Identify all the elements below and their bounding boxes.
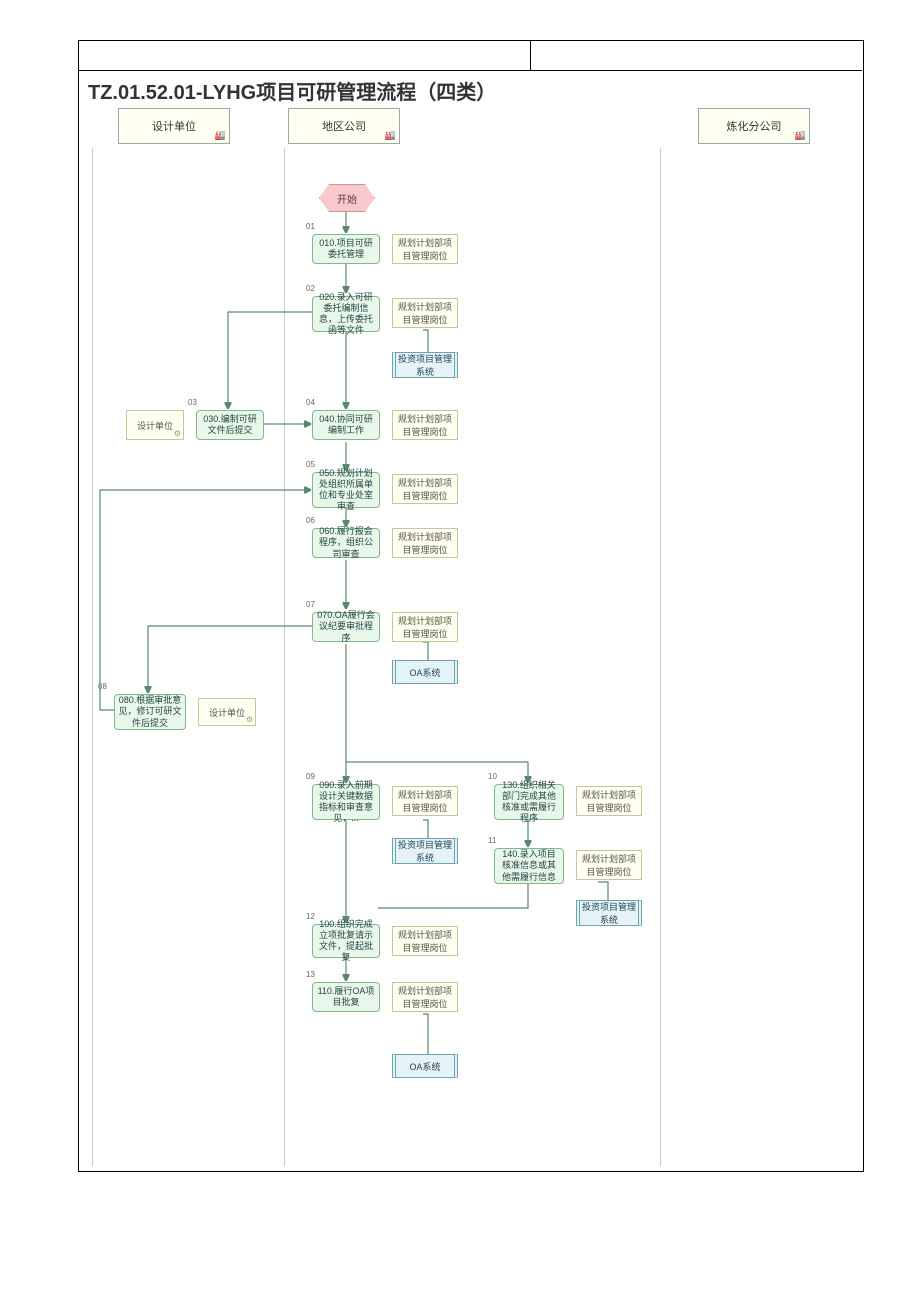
lane-icon: 🏭 xyxy=(795,130,806,141)
connectors xyxy=(88,152,852,1162)
system-oa: OA系统 xyxy=(392,660,458,684)
lane-header-label: 设计单位 xyxy=(152,118,196,134)
role-label: 设计单位 xyxy=(137,419,173,432)
start-node: 开始 xyxy=(319,184,375,212)
system-label: OA系统 xyxy=(409,666,440,679)
step-label: 070.OA履行会议纪要审批程序 xyxy=(316,610,376,644)
step-140: 140.录入项目核准信息或其他需履行信息 xyxy=(494,848,564,884)
role-label: 规划计划部项目管理岗位 xyxy=(579,788,639,814)
step-label: 090.录入前期设计关键数据指标和审查意见，... xyxy=(316,780,376,825)
lane-icon: 🏭 xyxy=(385,130,396,141)
lane-headers: 设计单位 🏭 地区公司 🏭 炼化分公司 🏭 xyxy=(88,108,852,148)
step-010: 010.项目可研委托管理 xyxy=(312,234,380,264)
role-label: 规划计划部项目管理岗位 xyxy=(579,852,639,878)
role-icon: ⚙ xyxy=(174,429,181,438)
system-invest: 投资项目管理系统 xyxy=(392,838,458,864)
role-box: 规划计划部项目管理岗位 xyxy=(392,234,458,264)
step-060: 060.履行报会程序，组织公司审查 xyxy=(312,528,380,558)
role-design: 设计单位⚙ xyxy=(126,410,184,440)
step-number: 06 xyxy=(306,516,315,525)
step-number: 05 xyxy=(306,460,315,469)
step-number: 02 xyxy=(306,284,315,293)
top-divider xyxy=(78,70,862,71)
role-label: 规划计划部项目管理岗位 xyxy=(395,236,455,262)
role-box: 规划计划部项目管理岗位 xyxy=(576,850,642,880)
system-invest: 投资项目管理系统 xyxy=(392,352,458,378)
step-number: 11 xyxy=(488,836,496,845)
step-040: 040.协同可研编制工作 xyxy=(312,410,380,440)
role-label: 规划计划部项目管理岗位 xyxy=(395,300,455,326)
system-label: 投资项目管理系统 xyxy=(580,900,638,926)
role-box: 规划计划部项目管理岗位 xyxy=(392,926,458,956)
role-box: 规划计划部项目管理岗位 xyxy=(392,528,458,558)
role-box: 规划计划部项目管理岗位 xyxy=(392,410,458,440)
role-box: 规划计划部项目管理岗位 xyxy=(392,298,458,328)
lane-header-label: 地区公司 xyxy=(322,118,366,134)
step-label: 080.根据审批意见，修订可研文件后提交 xyxy=(118,695,182,729)
role-box: 规划计划部项目管理岗位 xyxy=(392,474,458,504)
step-label: 140.录入项目核准信息或其他需履行信息 xyxy=(498,849,560,883)
step-100: 100.组织完成立项批复请示文件，提起批复 xyxy=(312,924,380,958)
step-label: 040.协同可研编制工作 xyxy=(316,414,376,437)
step-030: 030.编制可研文件后提交 xyxy=(196,410,264,440)
step-110: 110.履行OA项目批复 xyxy=(312,982,380,1012)
step-number: 04 xyxy=(306,398,315,407)
system-oa: OA系统 xyxy=(392,1054,458,1078)
step-050: 050.规划计划处组织所属单位和专业处室审查 xyxy=(312,472,380,508)
step-label: 020.录入可研委托编制信息，上传委托函等文件 xyxy=(316,292,376,337)
role-label: 规划计划部项目管理岗位 xyxy=(395,984,455,1010)
lane-header-label: 炼化分公司 xyxy=(727,118,782,134)
step-number: 01 xyxy=(306,222,315,231)
lane-icon: 🏭 xyxy=(215,130,226,141)
diagram-title: TZ.01.52.01-LYHG项目可研管理流程（四类） xyxy=(88,76,496,105)
lane-header-refinery: 炼化分公司 🏭 xyxy=(698,108,810,144)
step-label: 010.项目可研委托管理 xyxy=(316,238,376,261)
step-number: 10 xyxy=(488,772,497,781)
system-invest: 投资项目管理系统 xyxy=(576,900,642,926)
page: TZ.01.52.01-LYHG项目可研管理流程（四类） 设计单位 🏭 地区公司… xyxy=(0,0,920,1301)
role-label: 规划计划部项目管理岗位 xyxy=(395,928,455,954)
role-label: 规划计划部项目管理岗位 xyxy=(395,614,455,640)
role-label: 规划计划部项目管理岗位 xyxy=(395,530,455,556)
role-label: 设计单位 xyxy=(209,706,245,719)
role-icon: ⚙ xyxy=(246,715,253,724)
start-label: 开始 xyxy=(337,191,357,206)
step-090: 090.录入前期设计关键数据指标和审查意见，... xyxy=(312,784,380,820)
flow-canvas: 开始 01 010.项目可研委托管理 规划计划部项目管理岗位 02 020.录入… xyxy=(88,152,852,1162)
role-label: 规划计划部项目管理岗位 xyxy=(395,788,455,814)
role-label: 规划计划部项目管理岗位 xyxy=(395,412,455,438)
step-label: 110.履行OA项目批复 xyxy=(316,986,376,1009)
step-label: 030.编制可研文件后提交 xyxy=(200,414,260,437)
step-label: 100.组织完成立项批复请示文件，提起批复 xyxy=(316,919,376,964)
top-split xyxy=(530,40,531,70)
lane-header-design: 设计单位 🏭 xyxy=(118,108,230,144)
system-label: 投资项目管理系统 xyxy=(396,838,454,864)
step-020: 020.录入可研委托编制信息，上传委托函等文件 xyxy=(312,296,380,332)
step-number: 08 xyxy=(98,682,107,691)
role-box: 规划计划部项目管理岗位 xyxy=(392,982,458,1012)
step-label: 050.规划计划处组织所属单位和专业处室审查 xyxy=(316,468,376,513)
role-box: 规划计划部项目管理岗位 xyxy=(576,786,642,816)
role-box: 规划计划部项目管理岗位 xyxy=(392,612,458,642)
role-label: 规划计划部项目管理岗位 xyxy=(395,476,455,502)
lane-header-region: 地区公司 🏭 xyxy=(288,108,400,144)
step-number: 09 xyxy=(306,772,315,781)
system-label: 投资项目管理系统 xyxy=(396,352,454,378)
step-number: 12 xyxy=(306,912,315,921)
step-number: 07 xyxy=(306,600,315,609)
step-070: 070.OA履行会议纪要审批程序 xyxy=(312,612,380,642)
step-080: 080.根据审批意见，修订可研文件后提交 xyxy=(114,694,186,730)
step-label: 060.履行报会程序，组织公司审查 xyxy=(316,526,376,560)
step-130: 130.组织相关部门完成其他核准或需履行程序 xyxy=(494,784,564,820)
role-box: 规划计划部项目管理岗位 xyxy=(392,786,458,816)
step-number: 13 xyxy=(306,970,315,979)
step-label: 130.组织相关部门完成其他核准或需履行程序 xyxy=(498,780,560,825)
system-label: OA系统 xyxy=(409,1060,440,1073)
role-design: 设计单位⚙ xyxy=(198,698,256,726)
step-number: 03 xyxy=(188,398,197,407)
